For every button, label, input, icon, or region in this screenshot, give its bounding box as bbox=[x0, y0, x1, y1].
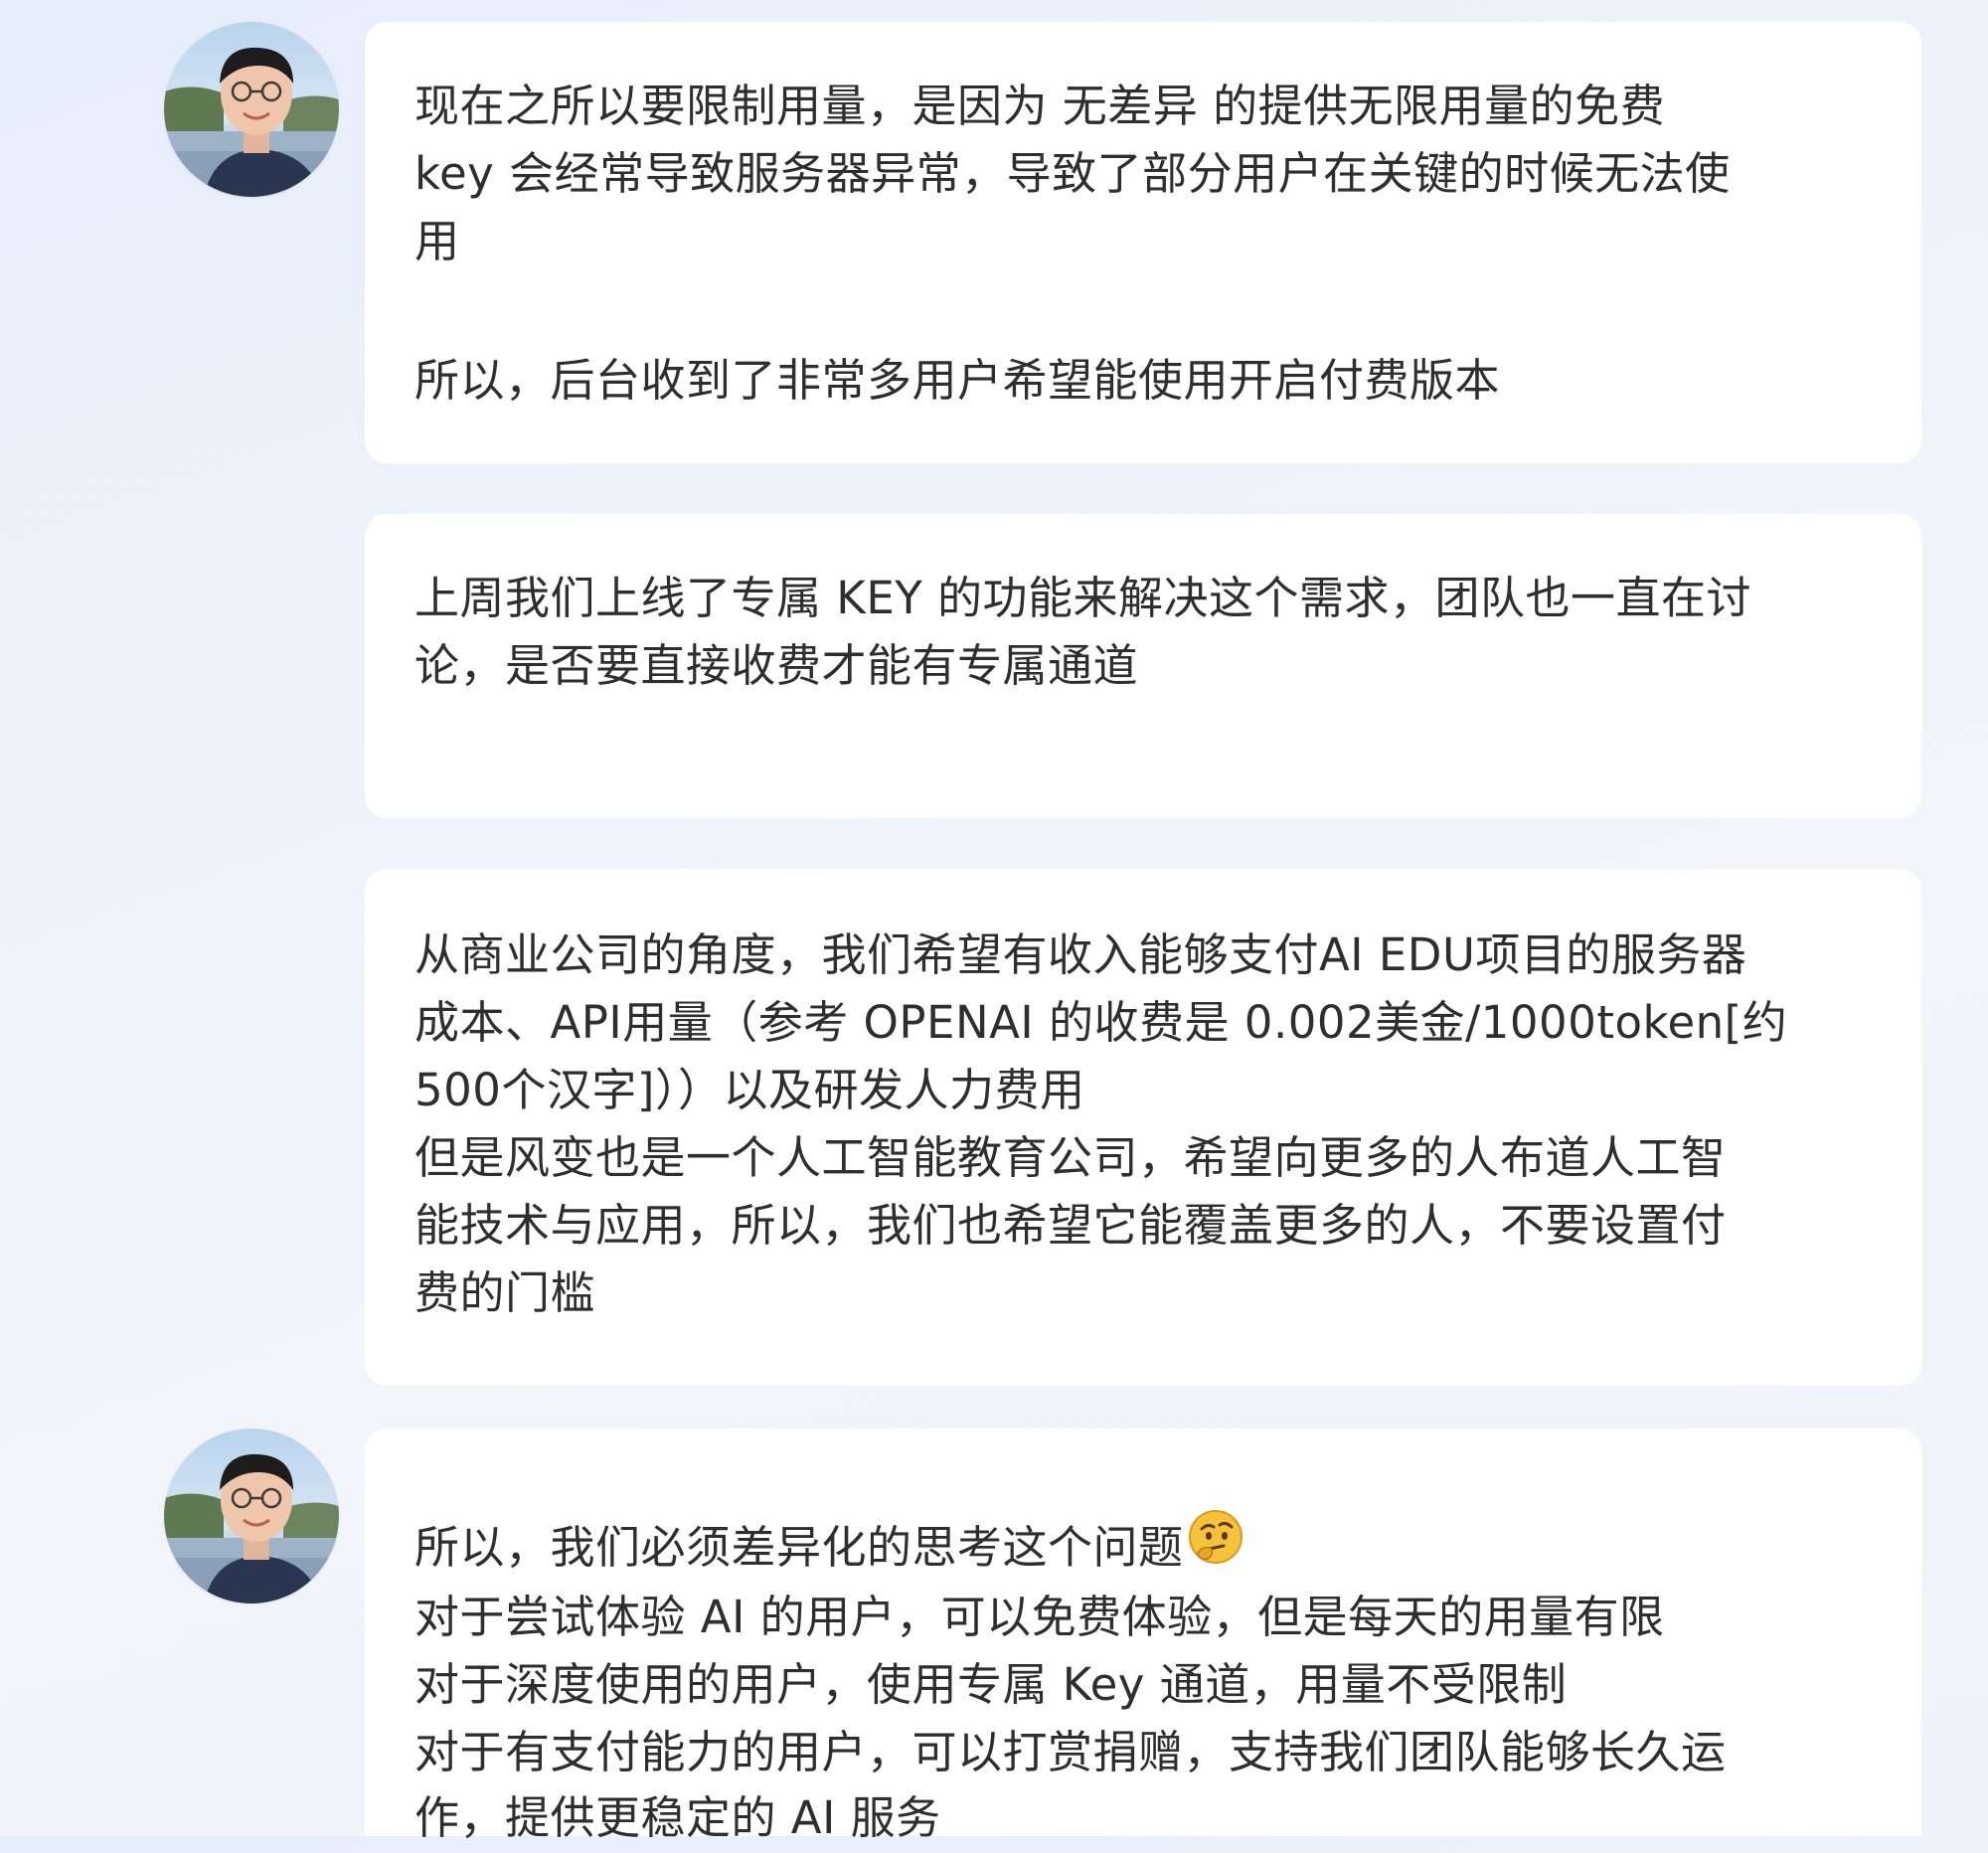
message-bubble: 从商业公司的角度，我们希望有收入能够支付AI EDU项目的服务器 成本、API用… bbox=[365, 869, 1921, 1386]
message-text-line: 对于有支付能力的用户，可以打赏捐赠，支持我们团队能够长久运 bbox=[414, 1726, 1727, 1778]
message-text-line: 500个汉字]））以及研发人力费用 bbox=[414, 1064, 1085, 1116]
user-avatar[interactable] bbox=[164, 1429, 339, 1603]
message-text-line: 上周我们上线了专属 KEY 的功能来解决这个需求，团队也一直在讨 bbox=[414, 572, 1752, 624]
message-text-line: 所以，我们必须差异化的思考这个问题 bbox=[414, 1510, 1243, 1585]
message-bubble: 所以，我们必须差异化的思考这个问题 对于尝试体验 AI 的用户，可以免费体验，但… bbox=[365, 1429, 1921, 1844]
message-text-line: 从商业公司的角度，我们希望有收入能够支付AI EDU项目的服务器 bbox=[414, 928, 1747, 981]
message-text-line: 成本、API用量（参考 OPENAI 的收费是 0.002美金/1000toke… bbox=[414, 996, 1788, 1049]
message-bubble: 上周我们上线了专属 KEY 的功能来解决这个需求，团队也一直在讨 论，是否要直接… bbox=[365, 514, 1921, 818]
message-text-line: 但是风变也是一个人工智能教育公司，希望向更多的人布道人工智 bbox=[414, 1131, 1727, 1184]
message-text-line: 现在之所以要限制用量，是因为 无差异 的提供无限用量的免费 bbox=[414, 80, 1666, 132]
message-text-line: key 会经常导致服务器异常，导致了部分用户在关键的时候无法使 bbox=[414, 147, 1731, 200]
message-text-line: 对于尝试体验 AI 的用户，可以免费体验，但是每天的用量有限 bbox=[414, 1591, 1665, 1643]
message-text-line: 费的门槛 bbox=[414, 1266, 596, 1319]
message-text-line: 论，是否要直接收费才能有专属通道 bbox=[414, 639, 1139, 692]
message-text-line: 所以，后台收到了非常多用户希望能使用开启付费版本 bbox=[414, 354, 1501, 407]
message-bubble: 现在之所以要限制用量，是因为 无差异 的提供无限用量的免费 key 会经常导致服… bbox=[365, 22, 1921, 463]
message-text-line: 用 bbox=[414, 215, 460, 267]
message-text-line: 对于深度使用的用户，使用专属 Key 通道，用量不受限制 bbox=[414, 1658, 1568, 1711]
user-avatar[interactable] bbox=[164, 22, 339, 197]
message-text-line: 能技术与应用，所以，我们也希望它能覆盖更多的人，不要设置付 bbox=[414, 1199, 1727, 1252]
message-text: 所以，我们必须差异化的思考这个问题 bbox=[414, 1521, 1184, 1574]
chat-thread: 现在之所以要限制用量，是因为 无差异 的提供无限用量的免费 key 会经常导致服… bbox=[0, 0, 1988, 1844]
message-text-line: 作，提供更稳定的 AI 服务 bbox=[414, 1791, 941, 1844]
thinking-face-icon bbox=[1188, 1509, 1243, 1585]
